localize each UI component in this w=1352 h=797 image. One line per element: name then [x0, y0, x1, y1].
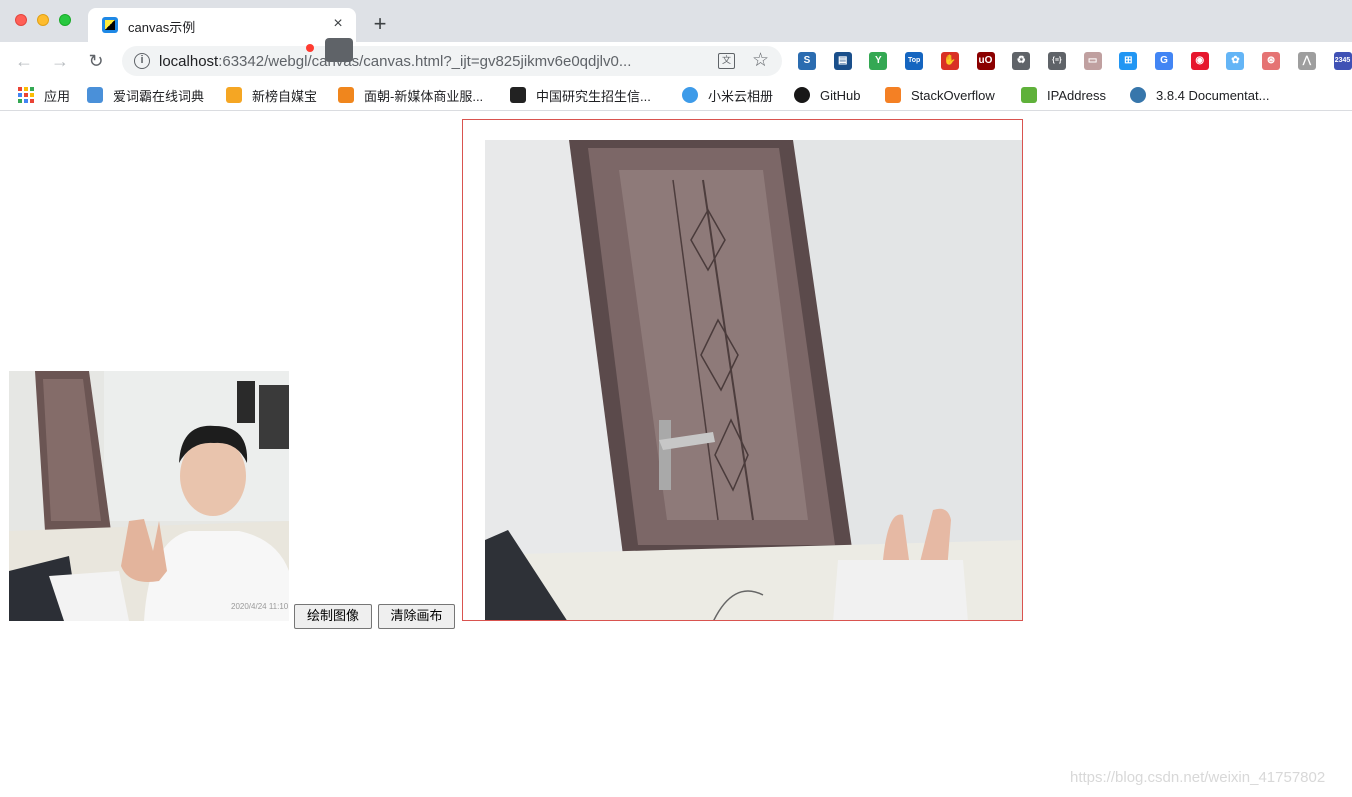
site-info-icon[interactable]: i	[134, 53, 150, 69]
page-content: 2020/4/24 11:10 绘制图像 清除画布 https://blog.c…	[0, 111, 1352, 797]
webcam-frame: 2020/4/24 11:10	[9, 371, 289, 621]
bookmark-item[interactable]: 新榜自媒宝	[226, 84, 317, 106]
bookmark-star-icon[interactable]: ☆	[752, 49, 769, 72]
ipaddress-icon	[1021, 87, 1037, 103]
extension-json-icon[interactable]: {≡}	[1047, 52, 1066, 70]
extension-ublock-icon[interactable]: uO	[976, 52, 995, 70]
newrank-icon	[226, 87, 242, 103]
window-close-icon[interactable]	[15, 14, 27, 26]
extension-network-icon[interactable]: ⊛	[1262, 52, 1281, 70]
video-preview: 2020/4/24 11:10	[9, 371, 289, 621]
bookmark-label: 面朝-新媒体商业服...	[364, 88, 484, 104]
bookmark-label: 小米云相册	[708, 88, 774, 104]
github-icon	[794, 87, 810, 103]
reload-button[interactable]: ↻	[84, 49, 108, 73]
window-minimize-icon[interactable]	[37, 14, 49, 26]
tab-close-icon[interactable]: ×	[328, 14, 348, 34]
translate-icon[interactable]: 文	[718, 53, 735, 69]
mianchao-icon	[338, 87, 354, 103]
bookmark-label: 3.8.4 Documentat...	[1156, 87, 1270, 103]
extension-mountain-icon[interactable]: ⋀	[1297, 52, 1316, 70]
address-bar[interactable]: i localhost:63342/webgl/canvas/canvas.ht…	[122, 46, 782, 76]
bookmark-label: StackOverflow	[911, 87, 995, 103]
cloud-icon	[682, 87, 698, 103]
extension-weibo-icon[interactable]: ◉	[1190, 52, 1209, 70]
bookmark-item[interactable]: StackOverflow	[885, 84, 995, 106]
stackoverflow-icon	[885, 87, 901, 103]
window-maximize-icon[interactable]	[59, 14, 71, 26]
extension-reader-icon[interactable]: ▭	[1083, 52, 1102, 70]
extension-y-icon[interactable]: Y	[869, 52, 888, 70]
tab-strip: canvas示例 × +	[0, 0, 1352, 42]
bookmark-item[interactable]: 应用	[18, 84, 70, 106]
drawing-canvas[interactable]	[462, 119, 1023, 621]
bookmark-label: 新榜自媒宝	[252, 88, 318, 104]
csdn-watermark: https://blog.csdn.net/weixin_41757802	[1070, 769, 1326, 786]
bookmarks-bar: 应用 爱词霸在线词典 新榜自媒宝 面朝-新媒体商业服... 中国研究生招生信... 小米云…	[0, 79, 1352, 111]
back-button[interactable]: ←	[12, 49, 36, 73]
bookmark-label: IPAddress	[1047, 87, 1107, 103]
iciba-icon	[87, 87, 103, 103]
forward-button[interactable]: →	[48, 49, 72, 73]
bookmark-item[interactable]: GitHub	[794, 84, 860, 106]
extension-hand-icon[interactable]: ✋	[940, 52, 959, 70]
extension-flower-icon[interactable]: ✿	[1226, 52, 1245, 70]
webstorm-favicon-icon	[102, 17, 118, 33]
bookmark-item[interactable]: 中国研究生招生信...	[510, 84, 651, 106]
bookmark-item[interactable]: 小米云相册	[682, 84, 773, 106]
draw-image-button[interactable]: 绘制图像	[294, 604, 372, 629]
apps-icon	[18, 87, 34, 103]
bookmark-label: 应用	[44, 88, 71, 104]
canvas-snapshot	[485, 140, 1022, 620]
recording-dot-icon	[306, 44, 314, 52]
python-icon	[1130, 87, 1146, 103]
extension-s-icon[interactable]: S	[798, 52, 816, 70]
extension-tophub-icon[interactable]: Top	[905, 52, 924, 70]
extension-badge-icon[interactable]: 2345	[1333, 52, 1352, 70]
tab-canvas[interactable]: canvas示例 ×	[88, 8, 356, 42]
bookmark-item[interactable]: 面朝-新媒体商业服...	[338, 84, 483, 106]
bookmark-item[interactable]: 爱词霸在线词典	[87, 84, 204, 106]
bookmark-label: GitHub	[820, 87, 861, 103]
extension-grid-icon[interactable]: ⊞	[1119, 52, 1138, 70]
url-path: :63342/webgl/canvas/canvas.html?_ijt=gv8…	[218, 53, 632, 70]
new-tab-button[interactable]: +	[368, 12, 392, 36]
recording-badge-icon	[325, 38, 353, 62]
url-host: localhost	[159, 53, 219, 70]
bookmark-label: 爱词霸在线词典	[113, 88, 205, 104]
graduate-cap-icon	[510, 87, 526, 103]
bookmark-item[interactable]: 3.8.4 Documentat...	[1130, 84, 1269, 106]
url-text[interactable]: localhost:63342/webgl/canvas/canvas.html…	[159, 53, 631, 70]
extension-window-icon[interactable]: ▤	[833, 52, 852, 70]
clear-canvas-button[interactable]: 清除画布	[378, 604, 455, 629]
browser-toolbar: ← → ↻ i localhost:63342/webgl/canvas/can…	[0, 42, 1352, 79]
extension-translate-icon[interactable]: G	[1155, 52, 1173, 70]
bookmark-label: 中国研究生招生信...	[536, 88, 651, 104]
extension-recycle-icon[interactable]: ♻	[1012, 52, 1031, 70]
video-timestamp: 2020/4/24 11:10	[231, 602, 289, 611]
tab-title: canvas示例	[128, 20, 196, 35]
bookmark-item[interactable]: IPAddress	[1021, 84, 1106, 106]
